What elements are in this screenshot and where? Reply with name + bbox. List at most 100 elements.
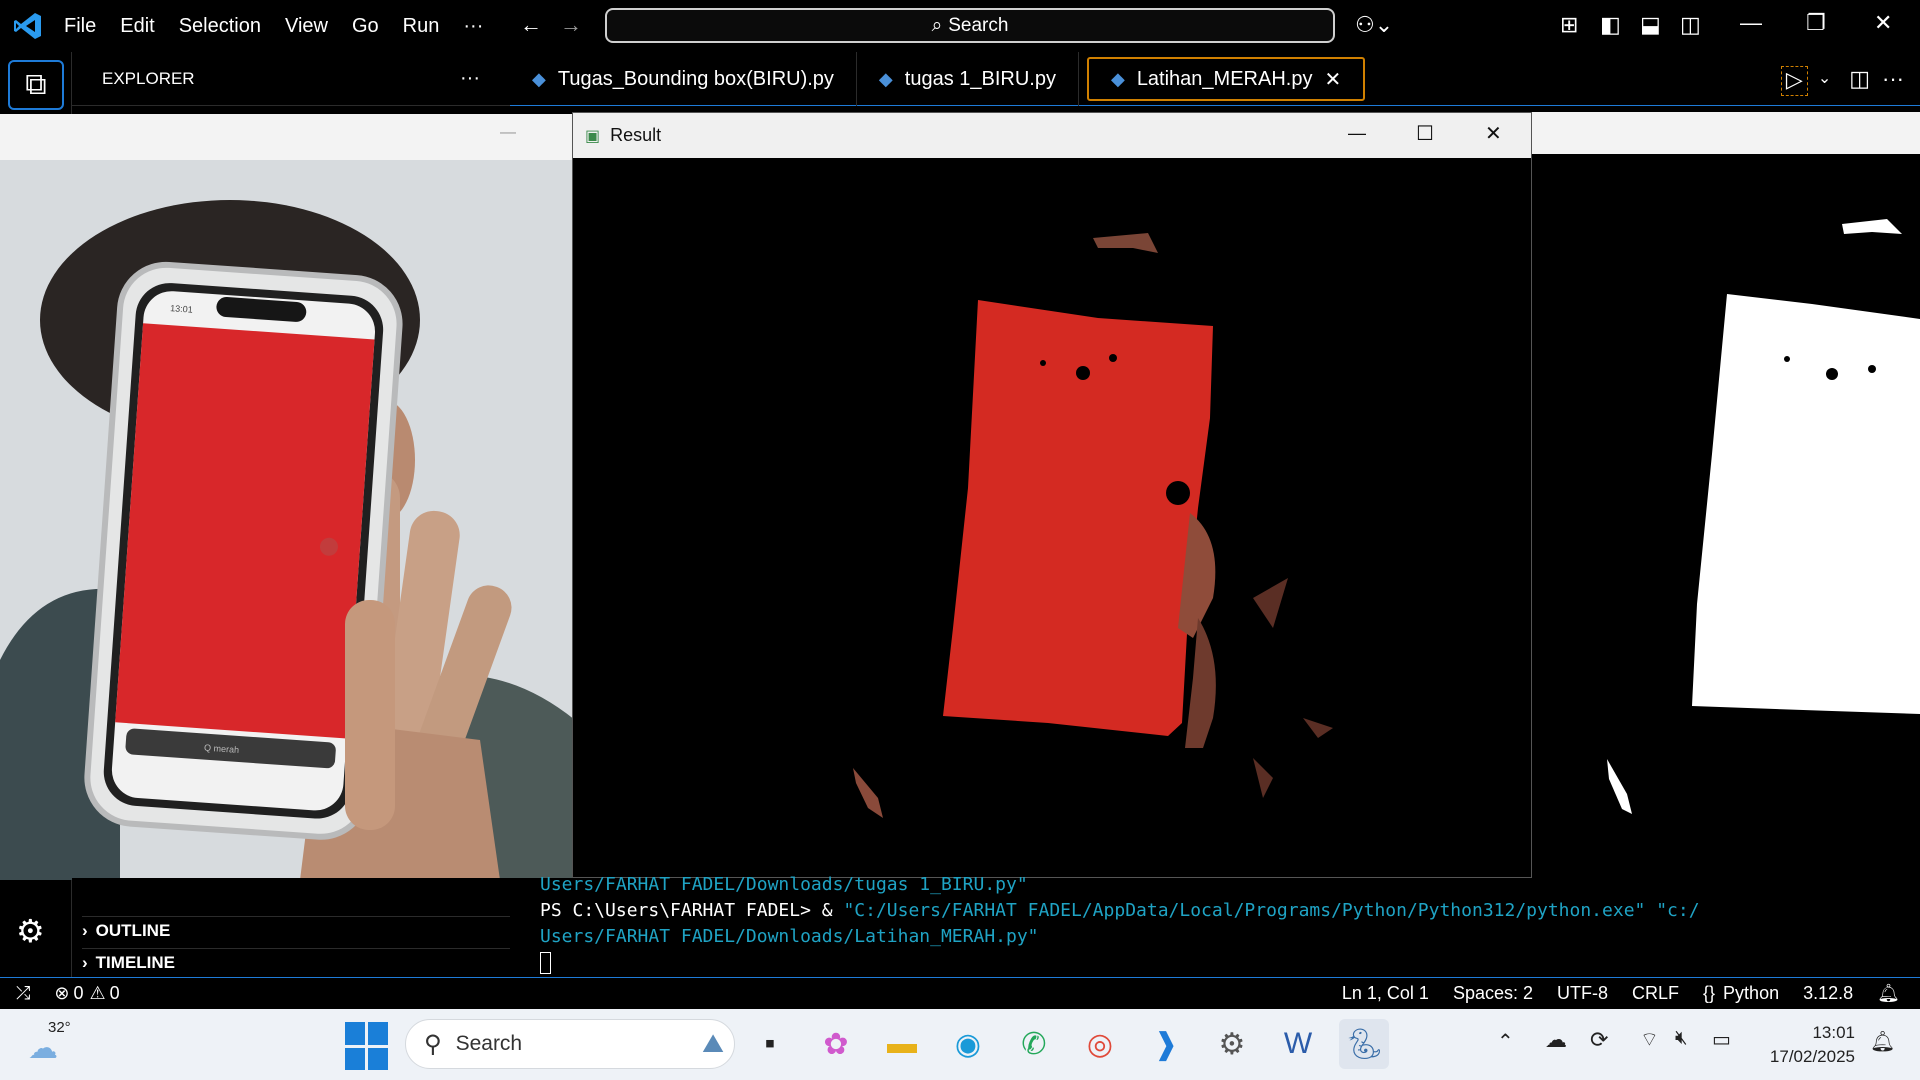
result-window-title: Result [610, 125, 662, 145]
close-icon[interactable]: ✕ [1874, 10, 1892, 36]
notification-bell-icon[interactable]: 🔔︎ [1870, 1029, 1895, 1054]
run-python-icon[interactable]: ▷ [1780, 66, 1808, 96]
customize-layout-icon[interactable]: ⊞ [1560, 12, 1578, 38]
menu-go[interactable]: Go [352, 15, 379, 38]
weather-temperature: 32° [48, 1019, 71, 1036]
tab-close-icon[interactable]: ✕ [1324, 67, 1341, 92]
language-mode[interactable]: Python [1723, 983, 1779, 1004]
status-bar: ⤮ ⊗ 0 ⚠ 0 Ln 1, Col 1 Spaces: 2 UTF-8 CR… [0, 977, 1920, 1009]
camera-feed: Q merah 13:01 [0, 160, 575, 880]
explorer-title: EXPLORER [102, 68, 195, 88]
notifications-bell-icon[interactable]: 🔔︎ [1877, 983, 1900, 1004]
error-count: 0 [73, 983, 84, 1003]
warnings-icon[interactable]: ⚠ [90, 983, 106, 1004]
copilot-icon[interactable]: ⚇⌄ [1355, 12, 1393, 38]
tab-latihan-merah[interactable]: ◆ Latihan_MERAH.py ✕ [1086, 57, 1366, 101]
sync-icon[interactable]: ⟳ [1590, 1027, 1608, 1053]
python-version[interactable]: 3.12.8 [1803, 983, 1853, 1004]
outline-section[interactable]: › OUTLINE [82, 916, 510, 944]
python-app-icon[interactable]: 🐍︎ [1339, 1019, 1389, 1069]
tab-label: tugas 1_BIRU.py [904, 67, 1056, 90]
settings-app-icon[interactable]: ⚙ [1207, 1019, 1257, 1069]
windows-start-icon[interactable] [345, 1022, 393, 1070]
tab-label: Latihan_MERAH.py [1136, 67, 1313, 90]
split-editor-icon[interactable]: ◫ [1849, 66, 1870, 91]
vscode-taskbar-icon[interactable]: ❱ [1141, 1019, 1191, 1069]
toggle-panel-icon[interactable]: ⬓ [1640, 12, 1661, 38]
vscode-logo-icon[interactable] [12, 10, 44, 42]
binary-mask-image [1532, 154, 1920, 874]
restore-icon[interactable]: ❐ [1806, 10, 1826, 36]
chrome-icon[interactable]: ◎ [1075, 1019, 1125, 1069]
explorer-icon[interactable]: ⧉ [8, 60, 64, 110]
cursor-position[interactable]: Ln 1, Col 1 [1342, 983, 1429, 1004]
explorer-header: EXPLORER ··· [72, 52, 510, 106]
chevron-right-icon: › [82, 952, 88, 972]
terminal-line: PS C:\Users\FARHAT FADEL> & "C:/Users/FA… [540, 898, 1920, 924]
terminal-cursor-line [540, 950, 1920, 976]
menu-bar: File Edit Selection View Go Run ··· [64, 0, 507, 52]
toggle-sidebar-icon[interactable]: ◧ [1600, 12, 1621, 38]
result-close-icon[interactable]: ✕ [1485, 121, 1502, 146]
result-window-titlebar: ▣ Result — ☐ ✕ [573, 113, 1531, 158]
settings-gear-icon[interactable]: ⚙ [16, 912, 45, 950]
line-ending[interactable]: CRLF [1632, 983, 1679, 1004]
taskbar-search-box[interactable]: ⚲ Search ⛰ [405, 1019, 735, 1069]
phone-status-time: 13:01 [170, 303, 193, 315]
whatsapp-icon[interactable]: ✆ [1009, 1019, 1059, 1069]
volume-muted-icon[interactable]: 🔇︎ [1675, 1027, 1688, 1050]
errors-icon[interactable]: ⊗ [54, 983, 69, 1004]
warning-count: 0 [109, 983, 120, 1003]
edge-browser-icon[interactable]: ◉ [943, 1019, 993, 1069]
menu-view[interactable]: View [285, 15, 328, 38]
menu-selection[interactable]: Selection [179, 15, 261, 38]
word-icon[interactable]: W [1273, 1019, 1323, 1069]
clock[interactable]: 13:01 17/02/2025 [1755, 1021, 1855, 1069]
webcam-frame-image: Q merah 13:01 [0, 160, 575, 880]
menu-more[interactable]: ··· [463, 15, 483, 38]
file-explorer-icon[interactable]: ▬ [877, 1019, 927, 1069]
explorer-more-icon[interactable]: ··· [460, 67, 480, 90]
show-hidden-icons-icon[interactable]: ⌃ [1497, 1029, 1514, 1054]
weather-widget[interactable]: ☁ 32° [28, 1019, 88, 1069]
terminal-panel[interactable]: Users/FARHAT FADEL/Downloads/tugas 1_BIR… [510, 874, 1920, 978]
clock-time: 13:01 [1812, 1023, 1855, 1042]
encoding[interactable]: UTF-8 [1557, 983, 1608, 1004]
taskbar-apps: ▪ ✿ ▬ ◉ ✆ ◎ ❱ ⚙ W 🐍︎ [745, 1019, 1389, 1069]
menu-edit[interactable]: Edit [120, 15, 154, 38]
terminal-line: Users/FARHAT FADEL/Downloads/Latihan_MER… [540, 926, 1039, 947]
command-search-box[interactable]: ⌕ Search [605, 8, 1335, 43]
copilot-app-icon[interactable]: ✿ [811, 1019, 861, 1069]
tab-tugas-1-biru[interactable]: ◆ tugas 1_BIRU.py [857, 52, 1079, 106]
back-arrow-icon[interactable]: ← [520, 12, 542, 38]
minimize-icon[interactable]: — [1740, 10, 1762, 36]
onedrive-icon[interactable]: ☁ [1545, 1027, 1567, 1053]
red-mask-result-image [573, 158, 1531, 877]
task-view-icon[interactable]: ▪ [745, 1019, 795, 1069]
language-braces-icon: {} [1703, 983, 1716, 1003]
battery-icon[interactable]: ▭ [1712, 1027, 1731, 1052]
menu-file[interactable]: File [64, 15, 96, 38]
indentation[interactable]: Spaces: 2 [1453, 983, 1533, 1004]
remote-icon[interactable]: ⤮ [16, 983, 30, 1004]
camera-minimize-icon[interactable]: — [500, 124, 516, 142]
editor-tabs: ◆ Tugas_Bounding box(BIRU).py ◆ tugas 1_… [510, 52, 1920, 106]
search-label: Search [948, 14, 1009, 36]
python-file-icon: ◆ [878, 68, 893, 89]
forward-arrow-icon[interactable]: → [560, 12, 582, 38]
wifi-icon[interactable]: ⌔ [1640, 1027, 1659, 1052]
menu-run[interactable]: Run [403, 15, 440, 38]
result-maximize-icon[interactable]: ☐ [1416, 121, 1434, 146]
title-bar: File Edit Selection View Go Run ··· ← → … [0, 0, 1920, 52]
editor-more-icon[interactable]: ··· [1882, 66, 1904, 105]
chevron-right-icon: › [82, 920, 88, 940]
search-icon: ⚲ [424, 1030, 442, 1058]
run-dropdown-icon[interactable]: ⌄ [1818, 68, 1831, 105]
tab-tugas-bounding-box[interactable]: ◆ Tugas_Bounding box(BIRU).py [510, 52, 857, 106]
toggle-secondary-sidebar-icon[interactable]: ◫ [1680, 12, 1701, 38]
clock-date: 17/02/2025 [1769, 1047, 1855, 1066]
timeline-section[interactable]: › TIMELINE [82, 948, 510, 976]
result-minimize-icon[interactable]: — [1348, 123, 1366, 144]
terminal-command: "C:/Users/FARHAT FADEL/AppData/Local/Pro… [843, 900, 1700, 921]
tab-label: Tugas_Bounding box(BIRU).py [557, 67, 834, 90]
